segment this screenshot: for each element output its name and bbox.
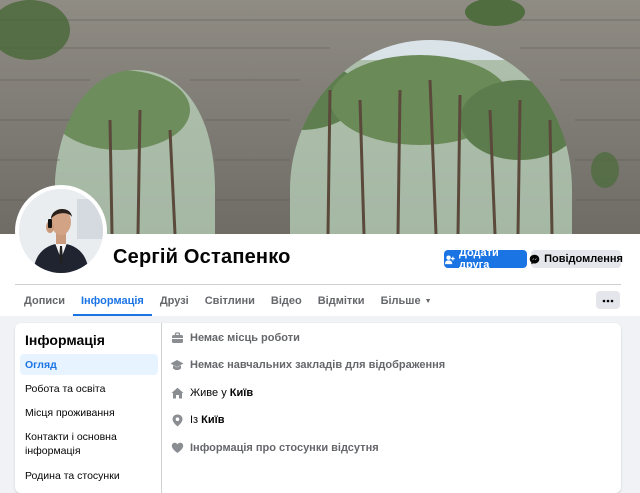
info-row-relationship: Інформація про стосунки відсутня bbox=[170, 438, 379, 458]
tab-label: Інформація bbox=[80, 295, 144, 307]
info-row-lives: Живе у Київ bbox=[170, 383, 253, 403]
tab-tags[interactable]: Відмітки bbox=[310, 286, 373, 316]
about-menu-family[interactable]: Родина та стосунки bbox=[20, 466, 158, 486]
tab-label: Друзі bbox=[159, 295, 189, 307]
add-friend-button[interactable]: Додати друга bbox=[444, 247, 527, 271]
lives-text: Живе у Київ bbox=[190, 387, 253, 399]
tab-label: Дописи bbox=[24, 295, 65, 307]
tab-posts[interactable]: Дописи bbox=[16, 286, 73, 316]
menu-label: Місця проживання bbox=[25, 407, 115, 419]
location-pin-icon bbox=[170, 413, 184, 427]
menu-label: Робота та освіта bbox=[25, 383, 106, 395]
from-city-link[interactable]: Київ bbox=[201, 414, 224, 426]
tab-friends[interactable]: Друзі bbox=[152, 286, 197, 316]
lives-prefix: Живе у bbox=[190, 387, 227, 399]
about-card: Інформація Огляд Робота та освіта Місця … bbox=[15, 323, 621, 493]
tab-label: Відео bbox=[270, 295, 302, 307]
caret-down-icon: ▼ bbox=[424, 297, 432, 305]
profile-tabs: Дописи Інформація Друзі Світлини Відео В… bbox=[16, 286, 440, 316]
about-menu-overview[interactable]: Огляд bbox=[20, 354, 158, 375]
info-row-education: Немає навчальних закладів для відображен… bbox=[170, 355, 445, 375]
relationship-text: Інформація про стосунки відсутня bbox=[190, 442, 379, 454]
tab-photos[interactable]: Світлини bbox=[197, 286, 263, 316]
tab-videos[interactable]: Відео bbox=[263, 286, 310, 316]
about-menu-places[interactable]: Місця проживання bbox=[20, 403, 158, 423]
about-sidebar: Інформація Огляд Робота та освіта Місця … bbox=[15, 323, 162, 493]
tab-label: Відмітки bbox=[317, 295, 365, 307]
menu-label: Огляд bbox=[25, 358, 57, 371]
cover-photo[interactable] bbox=[0, 0, 640, 234]
profile-name: Сергій Остапенко bbox=[113, 246, 291, 268]
about-menu-contacts[interactable]: Контакти і основна інформація bbox=[20, 429, 158, 459]
education-text: Немає навчальних закладів для відображен… bbox=[190, 359, 446, 371]
tab-more[interactable]: Більше ▼ bbox=[373, 286, 440, 316]
message-button[interactable]: Повідомлення bbox=[529, 250, 623, 268]
about-menu-work-education[interactable]: Робота та освіта bbox=[20, 379, 158, 399]
messenger-icon bbox=[529, 254, 540, 265]
menu-label: Контакти і основна інформація bbox=[25, 431, 117, 457]
from-text: Із Київ bbox=[190, 414, 225, 426]
home-icon bbox=[170, 386, 184, 400]
avatar-photo bbox=[19, 189, 103, 273]
briefcase-icon bbox=[170, 331, 184, 345]
info-row-from: Із Київ bbox=[170, 410, 225, 430]
menu-label: Родина та стосунки bbox=[25, 470, 120, 482]
ellipsis-icon bbox=[602, 294, 614, 306]
person-plus-icon bbox=[444, 254, 455, 265]
from-prefix: Із bbox=[190, 414, 199, 426]
add-friend-label: Додати друга bbox=[459, 247, 499, 271]
info-row-work: Немає місць роботи bbox=[170, 328, 300, 348]
about-title: Інформація bbox=[25, 332, 105, 348]
work-text: Немає місць роботи bbox=[190, 332, 300, 344]
profile-avatar[interactable] bbox=[15, 185, 107, 277]
header-divider bbox=[15, 284, 621, 285]
message-label: Повідомлення bbox=[544, 253, 623, 265]
lives-city-link[interactable]: Київ bbox=[230, 387, 253, 399]
tab-label: Більше bbox=[380, 295, 421, 307]
heart-icon bbox=[170, 441, 184, 455]
more-options-button[interactable] bbox=[596, 291, 620, 309]
graduation-cap-icon bbox=[170, 358, 184, 372]
tab-about[interactable]: Інформація bbox=[72, 286, 152, 316]
tab-label: Світлини bbox=[204, 295, 255, 307]
cover-illustration bbox=[0, 0, 640, 234]
